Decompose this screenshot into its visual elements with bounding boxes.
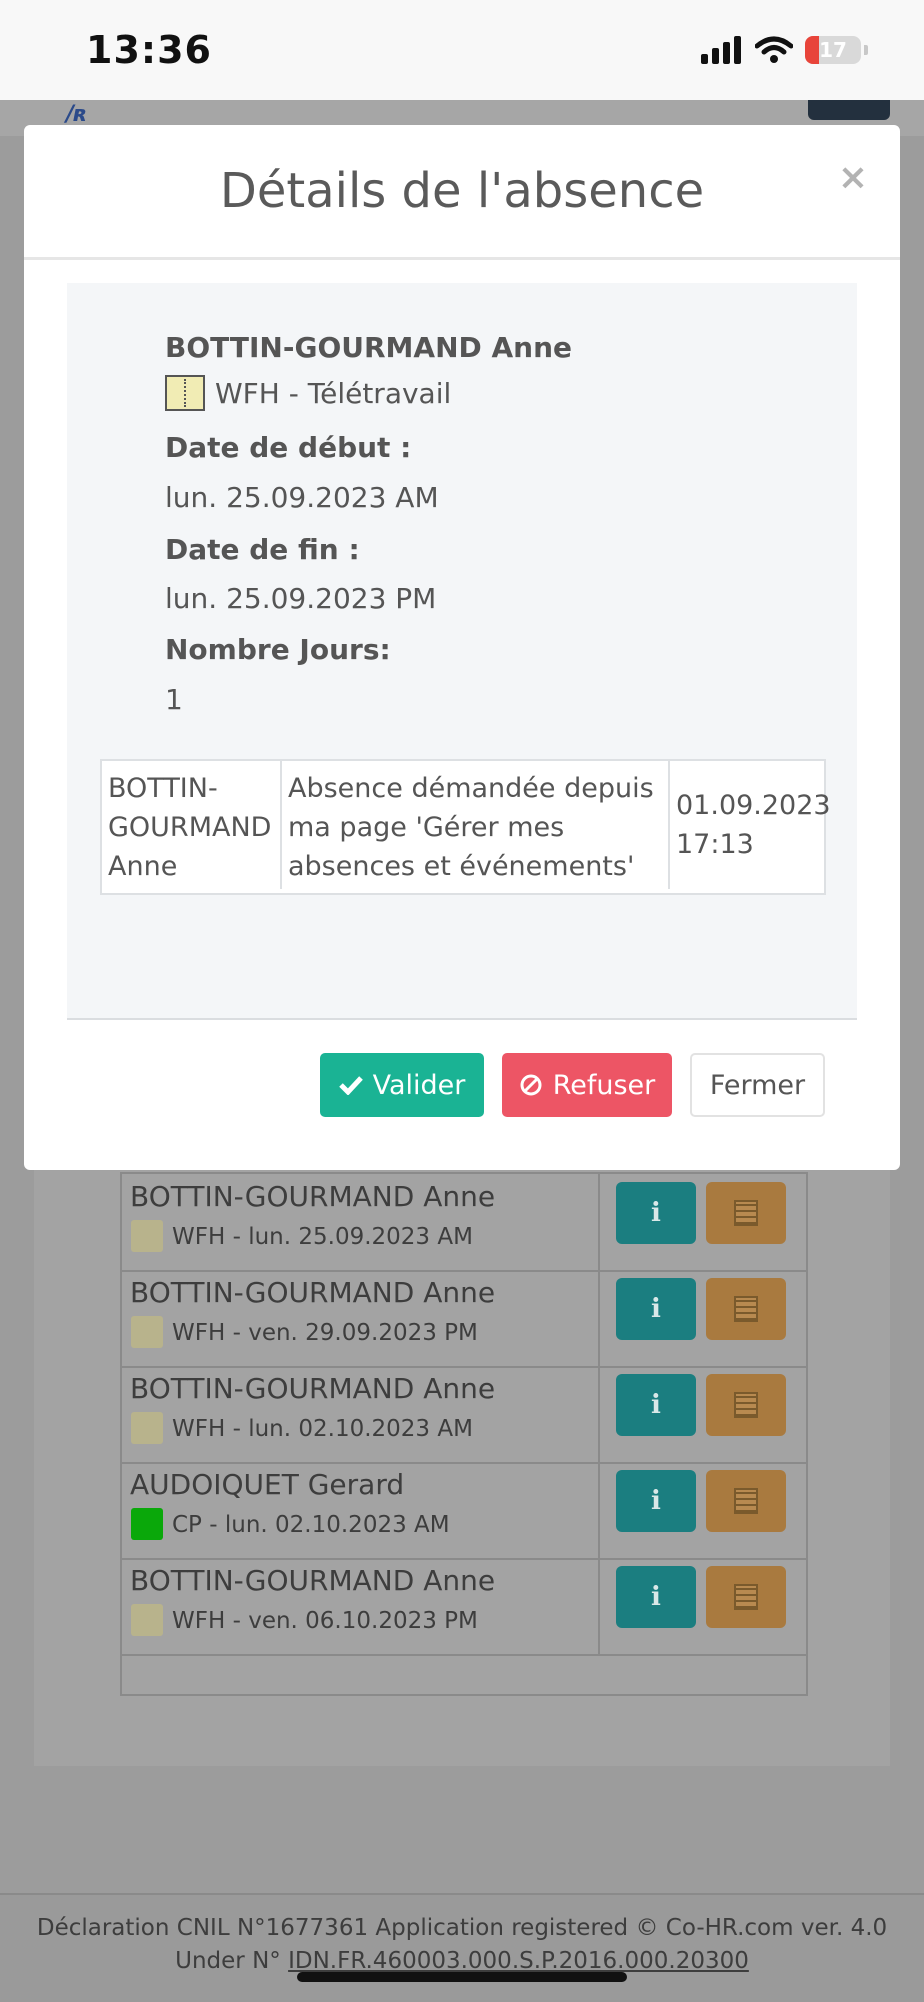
list-item-date: - lun. 25.09.2023 AM — [232, 1224, 473, 1250]
validate-label: Valider — [372, 1069, 466, 1101]
info-icon: i — [651, 1294, 661, 1324]
list-item-name: BOTTIN-GOURMAND Anne — [130, 1180, 496, 1213]
list-item-date: - ven. 06.10.2023 PM — [232, 1608, 478, 1634]
absence-type-color-swatch — [131, 1508, 163, 1540]
info-button[interactable]: i — [616, 1182, 696, 1244]
check-icon — [338, 1076, 363, 1095]
signal-icon — [701, 36, 741, 64]
history-requester: BOTTIN-GOURMAND Anne — [108, 773, 272, 882]
close-icon[interactable]: × — [838, 157, 868, 198]
info-button[interactable]: i — [616, 1278, 696, 1340]
list-item-name: BOTTIN-GOURMAND Anne — [130, 1372, 496, 1405]
battery-icon: 17 — [805, 36, 861, 64]
absence-type-color-swatch — [131, 1316, 163, 1348]
employee-name: BOTTIN-GOURMAND Anne — [165, 331, 573, 364]
calculator-icon — [734, 1584, 758, 1610]
calendar-button[interactable] — [706, 1374, 786, 1436]
header-menu-button[interactable] — [808, 100, 890, 120]
absence-type-color-swatch — [165, 375, 205, 411]
modal-title: Détails de l'absence — [219, 163, 705, 219]
refuse-button[interactable]: Refuser — [502, 1053, 672, 1117]
footer-legal: Déclaration CNIL N°1677361 Application r… — [36, 1915, 888, 1941]
calculator-icon — [734, 1488, 758, 1514]
modal-divider — [24, 257, 900, 260]
status-icons: 17 — [701, 36, 868, 64]
absence-type-color-swatch — [131, 1412, 163, 1444]
wifi-icon — [755, 36, 793, 63]
close-button[interactable]: Fermer — [690, 1053, 825, 1117]
footer-registration-link[interactable]: IDN.FR.460003.000.S.P.2016.000.20300 — [288, 1948, 749, 1974]
list-item-subtitle: CP - lun. 02.10.2023 AM — [172, 1512, 450, 1538]
start-date-value: lun. 25.09.2023 AM — [165, 481, 439, 514]
list-item-subtitle: WFH - ven. 29.09.2023 PM — [172, 1320, 478, 1346]
absence-history-table: BOTTIN-GOURMAND Anne Absence démandée de… — [100, 759, 831, 895]
list-item-name: BOTTIN-GOURMAND Anne — [130, 1564, 496, 1597]
home-indicator — [297, 1972, 627, 1982]
history-comment: Absence démandée depuis ma page 'Gérer m… — [280, 761, 668, 889]
list-item-type: WFH — [172, 1608, 226, 1634]
info-icon: i — [651, 1198, 661, 1228]
info-button[interactable]: i — [616, 1566, 696, 1628]
footer-registration: Under N° IDN.FR.460003.000.S.P.2016.000.… — [0, 1948, 924, 1974]
list-item-subtitle: WFH - ven. 06.10.2023 PM — [172, 1608, 478, 1634]
list-item-type: WFH — [172, 1416, 226, 1442]
refuse-label: Refuser — [552, 1069, 656, 1101]
info-icon: i — [651, 1390, 661, 1420]
validate-button[interactable]: Valider — [320, 1053, 484, 1117]
footer-registration-prefix: Under N° — [175, 1948, 289, 1974]
calendar-button[interactable] — [706, 1566, 786, 1628]
calculator-icon — [734, 1296, 758, 1322]
absence-detail-panel: BOTTIN-GOURMAND Anne WFH - Télétravail D… — [67, 283, 857, 1020]
list-item-details: BOTTIN-GOURMAND Anne WFH - lun. 25.09.202… — [122, 1174, 600, 1270]
calendar-button[interactable] — [706, 1278, 786, 1340]
absence-type-color-swatch — [131, 1604, 163, 1636]
calculator-icon — [734, 1392, 758, 1418]
days-count-value: 1 — [165, 683, 183, 716]
list-item: BOTTIN-GOURMAND Anne WFH - ven. 29.09.202… — [122, 1270, 806, 1368]
list-item: BOTTIN-GOURMAND Anne WFH - lun. 02.10.202… — [122, 1366, 806, 1464]
list-item-details: BOTTIN-GOURMAND Anne WFH - ven. 29.09.202… — [122, 1270, 600, 1366]
info-button[interactable]: i — [616, 1470, 696, 1532]
calculator-icon — [734, 1200, 758, 1226]
list-item-subtitle: WFH - lun. 02.10.2023 AM — [172, 1416, 473, 1442]
list-item-details: AUDOIQUET Gerard CP - lun. 02.10.2023 AM — [122, 1462, 600, 1558]
list-item: BOTTIN-GOURMAND Anne WFH - lun. 25.09.202… — [122, 1174, 806, 1272]
absence-type: WFH - Télétravail — [215, 377, 452, 410]
app-logo-icon: /ʀ — [66, 102, 89, 127]
days-count-label: Nombre Jours: — [165, 633, 391, 666]
list-item-details: BOTTIN-GOURMAND Anne WFH - ven. 06.10.202… — [122, 1558, 600, 1654]
info-button[interactable]: i — [616, 1374, 696, 1436]
history-date: 01.09.2023 17:13 — [668, 761, 831, 889]
battery-level: 17 — [819, 38, 847, 62]
history-date-text: 01.09.2023 17:13 — [676, 790, 831, 860]
end-date-label: Date de fin : — [165, 533, 360, 566]
list-item-date: - lun. 02.10.2023 AM — [232, 1416, 473, 1442]
list-item-date: - lun. 02.10.2023 AM — [209, 1512, 450, 1538]
status-bar: 13:36 17 — [0, 0, 924, 100]
footer: Déclaration CNIL N°1677361 Application r… — [0, 1893, 924, 2002]
calendar-button[interactable] — [706, 1182, 786, 1244]
list-item-subtitle: WFH - lun. 25.09.2023 AM — [172, 1224, 473, 1250]
list-item-type: WFH — [172, 1224, 226, 1250]
list-item: AUDOIQUET Gerard CP - lun. 02.10.2023 AM i — [122, 1462, 806, 1560]
calendar-button[interactable] — [706, 1470, 786, 1532]
close-label: Fermer — [709, 1069, 806, 1101]
absence-list-table: BOTTIN-GOURMAND Anne WFH - lun. 25.09.202… — [120, 1172, 808, 1696]
status-time: 13:36 — [86, 28, 212, 72]
list-item-name: AUDOIQUET Gerard — [130, 1468, 405, 1501]
list-item: BOTTIN-GOURMAND Anne WFH - ven. 06.10.202… — [122, 1558, 806, 1656]
absence-type-color-swatch — [131, 1220, 163, 1252]
info-icon: i — [651, 1486, 661, 1516]
info-icon: i — [651, 1582, 661, 1612]
list-item-name: BOTTIN-GOURMAND Anne — [130, 1276, 496, 1309]
end-date-value: lun. 25.09.2023 PM — [165, 582, 437, 615]
ban-icon — [520, 1074, 542, 1096]
list-item-type: CP — [172, 1512, 202, 1538]
list-item-date: - ven. 29.09.2023 PM — [232, 1320, 478, 1346]
list-item-details: BOTTIN-GOURMAND Anne WFH - lun. 02.10.202… — [122, 1366, 600, 1462]
list-item-type: WFH — [172, 1320, 226, 1346]
start-date-label: Date de début : — [165, 431, 412, 464]
absence-details-modal: Détails de l'absence × BOTTIN-GOURMAND A… — [24, 125, 900, 1170]
